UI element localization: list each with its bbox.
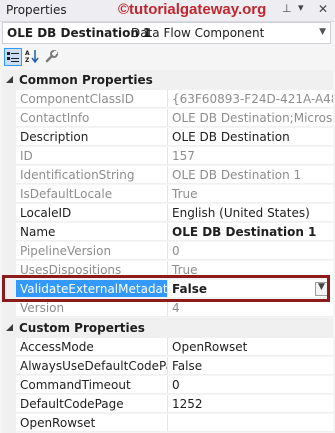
row-gutter (2, 280, 16, 299)
property-row[interactable]: PipelineVersion 0 (2, 242, 333, 261)
window-menu-icon[interactable]: ▾ (298, 1, 304, 14)
property-row[interactable]: Name OLE DB Destination 1 (2, 223, 333, 242)
property-row[interactable]: ComponentClassID{63F60893-F24D-421A-A481… (2, 90, 333, 109)
row-gutter (2, 109, 16, 128)
property-row[interactable]: DefaultCodePage 1252 (2, 395, 333, 414)
property-value[interactable] (168, 414, 333, 432)
property-value[interactable]: 0 (168, 242, 333, 260)
property-value[interactable]: 0 (168, 376, 333, 394)
categorized-button[interactable] (4, 48, 22, 66)
category-row[interactable]: Custom Properties (2, 318, 333, 338)
property-value[interactable]: True (168, 261, 333, 279)
property-pages-button[interactable] (44, 48, 62, 66)
property-name[interactable]: OpenRowset (16, 414, 168, 432)
property-row[interactable]: CommandTimeout 0 (2, 376, 333, 395)
chevron-down-icon: ▼ (318, 282, 325, 292)
category-row[interactable]: Common Properties (2, 70, 333, 90)
alphabetical-icon: A Z (25, 50, 39, 63)
object-selector[interactable]: OLE DB Destination 1 Data Flow Component… (2, 22, 331, 44)
row-gutter (2, 185, 16, 204)
category-label: Common Properties (19, 73, 153, 87)
window-title: Properties (6, 3, 67, 17)
property-name[interactable]: ID (16, 147, 168, 165)
property-name[interactable]: ValidateExternalMetadata (16, 280, 168, 298)
svg-text:A: A (25, 50, 30, 57)
property-value[interactable]: 157 (168, 147, 333, 165)
row-gutter (2, 166, 16, 185)
property-value[interactable]: False (168, 280, 333, 298)
property-value[interactable]: {63F60893-F24D-421A-A481-8 (168, 90, 333, 108)
pin-icon[interactable]: ⊥ (282, 2, 292, 15)
property-value[interactable]: English (United States) (168, 204, 333, 222)
property-name[interactable]: AlwaysUseDefaultCodePage (16, 357, 168, 375)
property-row[interactable]: Version 4 (2, 299, 333, 318)
toolbar: A Z (0, 45, 335, 70)
property-row[interactable]: ContactInfo OLE DB Destination;Microsoft (2, 109, 333, 128)
property-value[interactable]: OpenRowset (168, 338, 333, 356)
property-name[interactable]: DefaultCodePage (16, 395, 168, 413)
property-value[interactable]: OLE DB Destination (168, 128, 333, 146)
row-gutter (2, 242, 16, 261)
chevron-down-icon[interactable]: ▼ (319, 27, 326, 37)
property-name[interactable]: PipelineVersion (16, 242, 168, 260)
categorized-icon (7, 52, 19, 62)
property-row[interactable]: AccessMode OpenRowset (2, 338, 333, 357)
row-gutter (2, 261, 16, 280)
property-name[interactable]: Description (16, 128, 168, 146)
title-bar: Properties ©tutorialgateway.org ⊥ ▾ ✕ (0, 0, 335, 22)
property-value[interactable]: 4 (168, 299, 333, 317)
svg-text:Z: Z (25, 57, 30, 63)
row-gutter (2, 204, 16, 223)
property-name[interactable]: IdentificationString (16, 166, 168, 184)
property-name[interactable]: Version (16, 299, 168, 317)
row-gutter (2, 414, 16, 433)
close-icon[interactable]: ✕ (318, 2, 328, 16)
row-gutter (2, 90, 16, 109)
property-row[interactable]: AlwaysUseDefaultCodePageFalse (2, 357, 333, 376)
collapse-icon[interactable] (6, 76, 13, 83)
collapse-icon[interactable] (6, 324, 13, 331)
property-name[interactable]: UsesDispositions (16, 261, 168, 279)
property-value[interactable]: OLE DB Destination 1 (168, 223, 333, 241)
property-row[interactable]: Description OLE DB Destination (2, 128, 333, 147)
property-name[interactable]: Name (16, 223, 168, 241)
property-row[interactable]: ValidateExternalMetadata False ▼ (2, 280, 333, 299)
property-name[interactable]: AccessMode (16, 338, 168, 356)
property-value[interactable]: 1252 (168, 395, 333, 413)
object-name: OLE DB Destination 1 (7, 26, 152, 40)
property-value[interactable]: OLE DB Destination;Microsoft (168, 109, 333, 127)
property-name[interactable]: ContactInfo (16, 109, 168, 127)
watermark: ©tutorialgateway.org (118, 1, 267, 18)
property-row[interactable]: IdentificationString OLE DB Destination 1 (2, 166, 333, 185)
property-row[interactable]: OpenRowset (2, 414, 333, 433)
wrench-icon (45, 50, 58, 63)
property-value[interactable]: OLE DB Destination 1 (168, 166, 333, 184)
property-name[interactable]: CommandTimeout (16, 376, 168, 394)
property-row[interactable]: UsesDispositions True (2, 261, 333, 280)
value-dropdown-button[interactable]: ▼ (315, 282, 329, 296)
row-gutter (2, 223, 16, 242)
property-row[interactable]: LocaleID English (United States) (2, 204, 333, 223)
property-row[interactable]: ID 157 (2, 147, 333, 166)
object-type: Data Flow Component (131, 26, 265, 40)
row-gutter (2, 357, 16, 376)
property-value[interactable]: False (168, 357, 333, 375)
alphabetical-button[interactable]: A Z (24, 48, 42, 66)
property-row[interactable]: IsDefaultLocale True (2, 185, 333, 204)
property-grid: Common Properties ComponentClassID {63F608… (2, 70, 333, 433)
row-gutter (2, 299, 16, 318)
row-gutter (2, 376, 16, 395)
property-name[interactable]: IsDefaultLocale (16, 185, 168, 203)
row-gutter (2, 338, 16, 357)
row-gutter (2, 395, 16, 414)
property-value[interactable]: True (168, 185, 333, 203)
category-label: Custom Properties (19, 321, 145, 335)
row-gutter (2, 147, 16, 166)
property-name[interactable]: LocaleID (16, 204, 168, 222)
property-name[interactable]: ComponentClassID (16, 90, 168, 108)
row-gutter (2, 128, 16, 147)
